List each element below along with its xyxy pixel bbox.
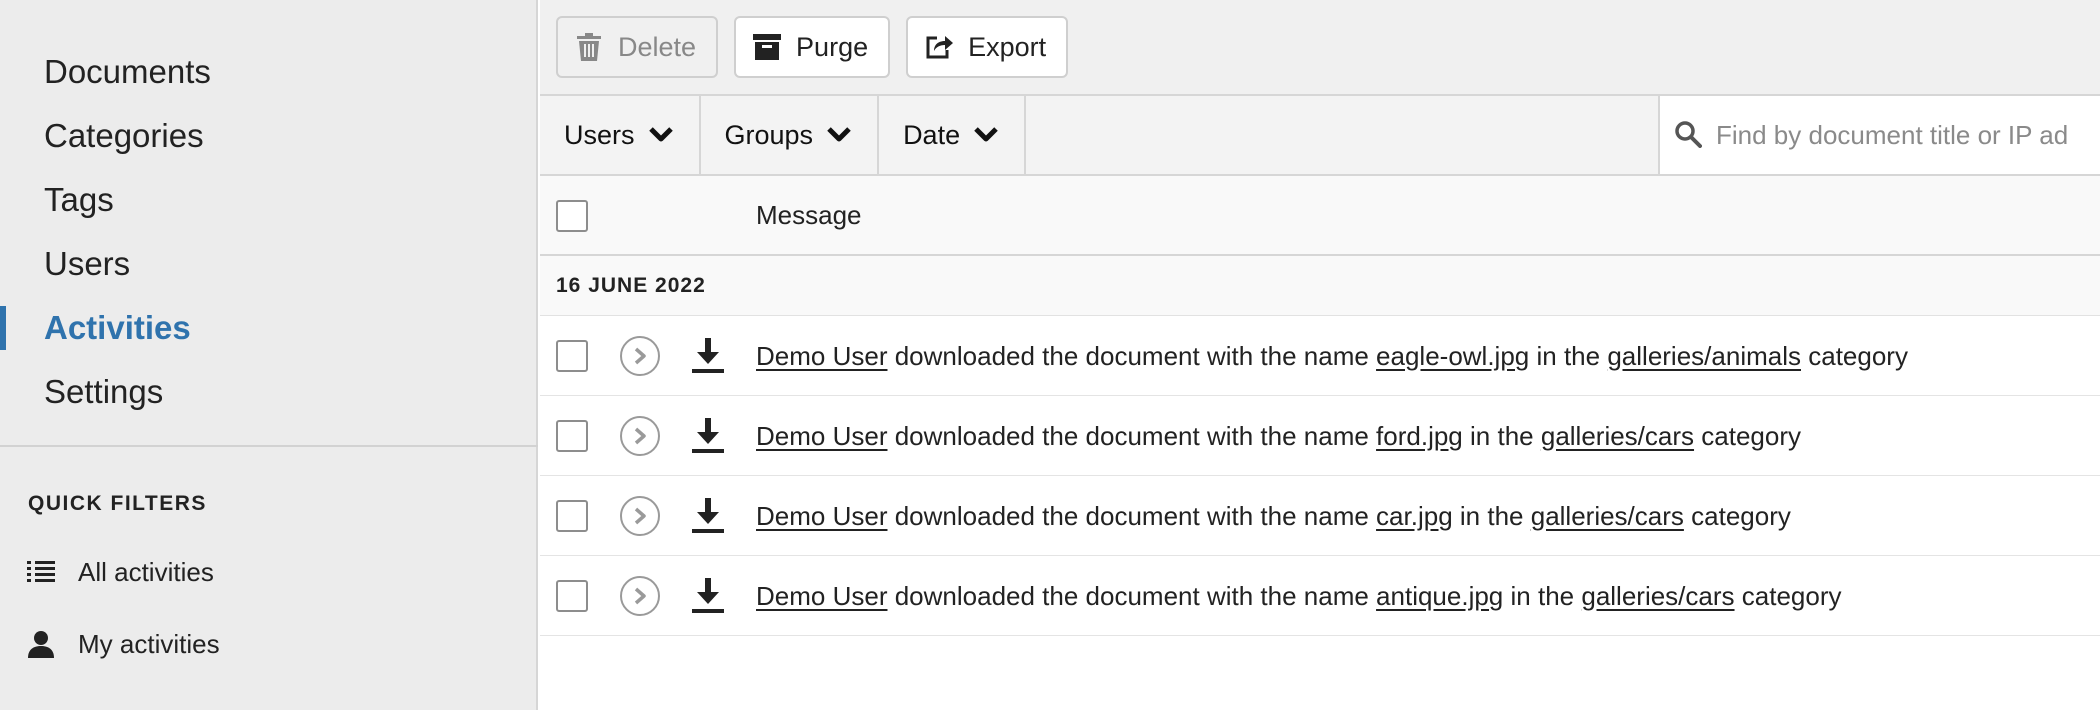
expand-row-button[interactable]	[620, 336, 660, 376]
sidebar-nav: Documents Categories Tags Users Activiti…	[0, 0, 536, 424]
download-icon	[690, 336, 726, 376]
chevron-down-icon	[827, 125, 853, 145]
chevron-right-icon	[634, 587, 646, 605]
category-suffix-text: category	[1701, 420, 1801, 451]
table-row: Demo User downloaded the document with t…	[540, 396, 2100, 476]
chevron-right-icon	[634, 507, 646, 525]
in-the-text: in the	[1536, 340, 1601, 371]
action-text: downloaded the document with the name	[894, 500, 1369, 531]
category-suffix-text: category	[1741, 580, 1842, 611]
activity-message: Demo User downloaded the document with t…	[756, 316, 1908, 396]
category-suffix-text: category	[1808, 340, 1908, 371]
table-row: Demo User downloaded the document with t…	[540, 556, 2100, 636]
row-checkbox[interactable]	[556, 500, 588, 532]
category-link[interactable]: galleries/animals	[1607, 341, 1801, 372]
trash-icon	[574, 32, 604, 62]
table-header: Message	[540, 176, 2100, 256]
table-row: Demo User downloaded the document with t…	[540, 476, 2100, 556]
search-box	[1658, 96, 2100, 174]
date-filter-dropdown[interactable]: Date	[879, 96, 1027, 174]
select-all-checkbox[interactable]	[556, 200, 588, 232]
chevron-right-icon	[634, 427, 646, 445]
expand-row-button[interactable]	[620, 416, 660, 456]
chevron-down-icon	[648, 125, 675, 145]
category-suffix-text: category	[1691, 500, 1791, 531]
table-row: Demo User downloaded the document with t…	[540, 316, 2100, 396]
chevron-down-icon	[974, 125, 1000, 145]
groups-filter-dropdown[interactable]: Groups	[701, 96, 880, 174]
activity-message: Demo User downloaded the document with t…	[756, 476, 1791, 556]
download-icon	[690, 496, 726, 536]
main-content: Delete Purge Export Users Groups Date Fi…	[540, 0, 2100, 710]
activity-message: Demo User downloaded the document with t…	[756, 396, 1801, 476]
in-the-text: in the	[1470, 420, 1534, 451]
sidebar-item-users[interactable]: Users	[0, 232, 536, 296]
action-text: downloaded the document with the name	[894, 580, 1369, 611]
row-checkbox[interactable]	[556, 340, 588, 372]
sidebar-divider	[0, 445, 538, 447]
user-link[interactable]: Demo User	[756, 421, 887, 452]
search-input[interactable]	[1716, 119, 2096, 151]
quick-filter-label: All activities	[78, 556, 214, 587]
users-filter-label: Users	[564, 119, 635, 150]
in-the-text: in the	[1510, 580, 1575, 611]
user-link[interactable]: Demo User	[756, 341, 887, 372]
quick-filter-my-activities[interactable]: My activities	[26, 624, 220, 664]
sidebar-item-tags[interactable]: Tags	[0, 168, 536, 232]
category-link[interactable]: galleries/cars	[1531, 501, 1684, 532]
expand-row-button[interactable]	[620, 576, 660, 616]
in-the-text: in the	[1459, 500, 1524, 531]
search-icon	[1674, 120, 1704, 150]
document-link[interactable]: ford.jpg	[1376, 421, 1463, 452]
expand-row-button[interactable]	[620, 496, 660, 536]
filter-bar: Users Groups Date	[540, 96, 2100, 176]
purge-button[interactable]: Purge	[734, 16, 891, 78]
sidebar-item-documents[interactable]: Documents	[0, 40, 536, 104]
action-text: downloaded the document with the name	[894, 340, 1369, 371]
quick-filter-all-activities[interactable]: All activities	[26, 552, 214, 592]
document-link[interactable]: antique.jpg	[1376, 581, 1503, 612]
row-checkbox[interactable]	[556, 420, 588, 452]
activity-list: Demo User downloaded the document with t…	[540, 316, 2100, 636]
user-icon	[26, 629, 56, 659]
toolbar: Delete Purge Export	[540, 0, 2100, 96]
download-icon	[690, 416, 726, 456]
row-checkbox[interactable]	[556, 580, 588, 612]
delete-button-label: Delete	[618, 31, 697, 62]
document-link[interactable]: car.jpg	[1376, 501, 1453, 532]
user-link[interactable]: Demo User	[756, 501, 887, 532]
groups-filter-label: Groups	[724, 119, 814, 150]
category-link[interactable]: galleries/cars	[1541, 421, 1694, 452]
quick-filters-heading: QUICK FILTERS	[28, 492, 207, 515]
action-text: downloaded the document with the name	[894, 420, 1369, 451]
export-button[interactable]: Export	[906, 16, 1069, 78]
download-icon	[690, 576, 726, 616]
sidebar-item-activities[interactable]: Activities	[0, 296, 536, 360]
quick-filter-label: My activities	[78, 628, 220, 659]
export-button-label: Export	[968, 31, 1047, 62]
purge-button-label: Purge	[796, 31, 869, 62]
users-filter-dropdown[interactable]: Users	[540, 96, 701, 174]
date-filter-label: Date	[903, 119, 961, 150]
message-column-header: Message	[756, 199, 862, 230]
user-link[interactable]: Demo User	[756, 581, 887, 612]
archive-icon	[752, 32, 782, 62]
delete-button[interactable]: Delete	[556, 16, 719, 78]
category-link[interactable]: galleries/cars	[1581, 581, 1734, 612]
chevron-right-icon	[634, 347, 646, 365]
activity-message: Demo User downloaded the document with t…	[756, 556, 1842, 636]
sidebar-item-categories[interactable]: Categories	[0, 104, 536, 168]
document-link[interactable]: eagle-owl.jpg	[1376, 341, 1529, 372]
sidebar: Documents Categories Tags Users Activiti…	[0, 0, 538, 710]
list-icon	[26, 557, 56, 587]
sidebar-item-settings[interactable]: Settings	[0, 360, 536, 424]
date-group-header: 16 JUNE 2022	[540, 256, 2100, 316]
export-icon	[924, 32, 954, 62]
